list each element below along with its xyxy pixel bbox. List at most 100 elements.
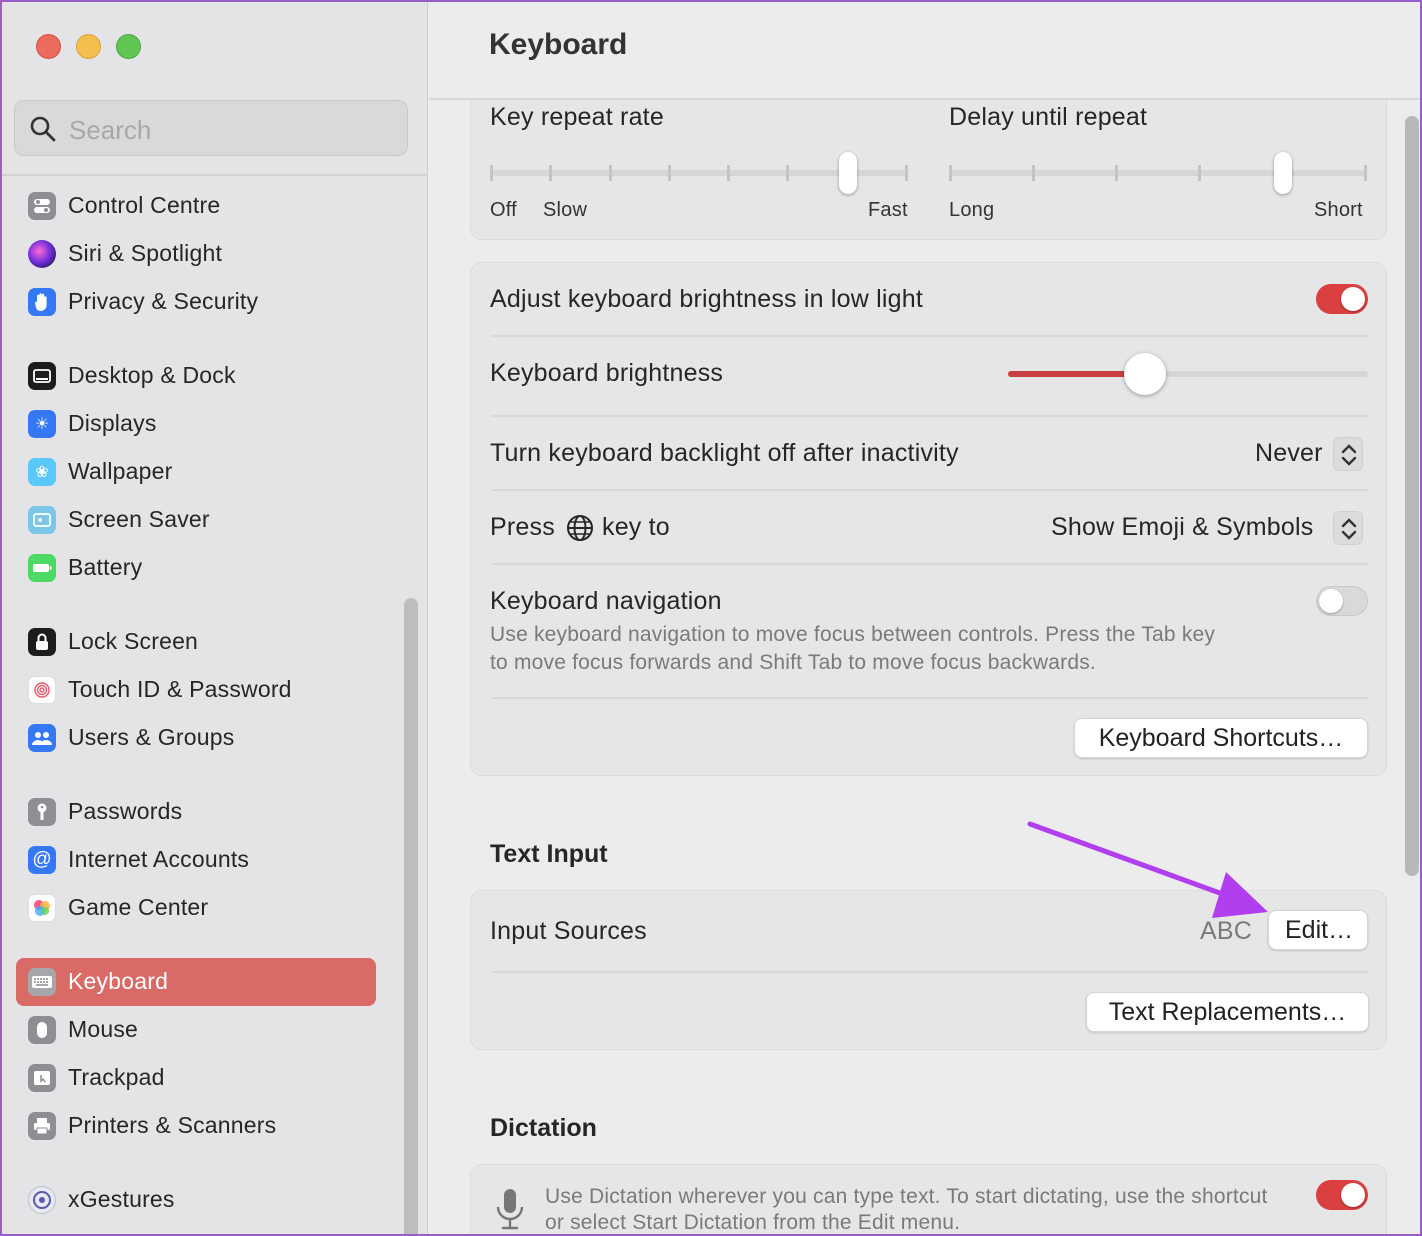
dictation-description-2: or select Start Dictation from the Edit … [545, 1211, 961, 1234]
delay-repeat-label: Delay until repeat [949, 103, 1148, 131]
sidebar: Search Control Centre Siri & Spotlight P… [2, 2, 428, 1234]
press-key-value[interactable]: Show Emoji & Symbols [1051, 513, 1313, 542]
slider-tick [1032, 165, 1035, 181]
dock-icon [28, 362, 56, 390]
game-center-icon [28, 894, 56, 922]
sidebar-item-label: Passwords [68, 798, 183, 824]
input-sources-label: Input Sources [490, 917, 647, 945]
backlight-stepper[interactable] [1333, 437, 1363, 471]
zoom-window-button[interactable] [116, 34, 141, 59]
key-repeat-slider[interactable] [490, 149, 910, 199]
sidebar-item-printers-scanners[interactable]: Printers & Scanners [16, 1102, 376, 1150]
flower-icon: ❀ [28, 458, 56, 486]
siri-icon [28, 240, 56, 268]
sidebar-item-keyboard[interactable]: Keyboard [16, 958, 376, 1006]
keyboard-shortcuts-button[interactable]: Keyboard Shortcuts… [1074, 718, 1368, 758]
delay-repeat-slider[interactable] [949, 149, 1369, 199]
input-sources-value: ABC [1200, 917, 1253, 945]
sidebar-item-displays[interactable]: ☀ Displays [16, 400, 376, 448]
search-icon [30, 116, 56, 142]
sidebar-item-lock-screen[interactable]: Lock Screen [16, 618, 376, 666]
main-scrollbar[interactable] [1405, 116, 1419, 876]
slider-tick [1198, 165, 1201, 181]
sidebar-item-label: Desktop & Dock [68, 362, 236, 388]
sidebar-item-label: Battery [68, 554, 143, 580]
sidebar-item-label: Wallpaper [68, 458, 173, 484]
sidebar-item-label: Screen Saver [68, 506, 210, 532]
sidebar-item-label: Displays [68, 410, 157, 436]
keyboard-navigation-description-1: Use keyboard navigation to move focus be… [490, 623, 1216, 646]
sidebar-scrollbar[interactable] [404, 598, 418, 1234]
sidebar-item-control-centre[interactable]: Control Centre [16, 182, 376, 230]
slider-tick [490, 165, 493, 181]
sidebar-item-desktop-dock[interactable]: Desktop & Dock [16, 352, 376, 400]
globe-icon [567, 515, 593, 541]
slider-tick [549, 165, 553, 181]
at-sign-icon: @ [28, 846, 56, 874]
text-replacements-button[interactable]: Text Replacements… [1086, 992, 1369, 1032]
divider [491, 489, 1369, 491]
sidebar-divider [2, 174, 428, 176]
sidebar-item-battery[interactable]: Battery [16, 544, 376, 592]
adjust-brightness-label: Adjust keyboard brightness in low light [490, 285, 924, 313]
key-repeat-fast-label: Fast [868, 199, 908, 221]
sidebar-item-label: Users & Groups [68, 724, 235, 750]
slider-thumb[interactable] [1274, 152, 1292, 194]
sidebar-item-wallpaper[interactable]: ❀ Wallpaper [16, 448, 376, 496]
main-content: Keyboard Key repeat rate Delay until rep… [429, 2, 1420, 1234]
screen-saver-icon [28, 506, 56, 534]
slider-thumb[interactable] [1123, 353, 1166, 395]
sun-icon: ☀ [28, 410, 56, 438]
sidebar-item-trackpad[interactable]: Trackpad [16, 1054, 376, 1102]
backlight-off-value[interactable]: Never [1255, 439, 1323, 468]
slider-tick [905, 165, 908, 181]
key-icon [28, 798, 56, 826]
keyboard-brightness-label: Keyboard brightness [490, 359, 724, 387]
sidebar-item-label: Siri & Spotlight [68, 240, 223, 266]
divider [491, 415, 1369, 417]
adjust-brightness-toggle[interactable] [1316, 284, 1368, 314]
dictation-toggle[interactable] [1316, 1180, 1368, 1210]
fingerprint-icon [28, 676, 56, 704]
keyboard-navigation-toggle[interactable] [1316, 586, 1368, 616]
sidebar-item-touch-id[interactable]: Touch ID & Password [16, 666, 376, 714]
sidebar-item-privacy-security[interactable]: Privacy & Security [16, 278, 376, 326]
sidebar-item-mouse[interactable]: Mouse [16, 1006, 376, 1054]
slider-thumb[interactable] [838, 152, 857, 194]
slider-tick [949, 165, 952, 181]
slider-tick [1364, 165, 1367, 181]
search-input[interactable]: Search [14, 100, 408, 156]
divider [491, 697, 1369, 699]
delay-long-label: Long [949, 199, 995, 221]
hand-icon [28, 288, 56, 316]
sidebar-item-label: Trackpad [68, 1064, 165, 1090]
slider-tick [608, 165, 612, 181]
slider-track [949, 170, 1367, 176]
sidebar-item-xgestures[interactable]: xGestures [16, 1176, 376, 1224]
edit-input-sources-button[interactable]: Edit… [1268, 910, 1368, 950]
divider [491, 563, 1369, 565]
press-key-stepper[interactable] [1333, 511, 1363, 545]
slider-tick [1115, 165, 1118, 181]
keyboard-icon [28, 968, 56, 996]
sidebar-item-users-groups[interactable]: Users & Groups [16, 714, 376, 762]
keyboard-brightness-slider[interactable] [1008, 351, 1368, 397]
sidebar-item-siri-spotlight[interactable]: Siri & Spotlight [16, 230, 376, 278]
sidebar-item-screen-saver[interactable]: Screen Saver [16, 496, 376, 544]
key-repeat-slow-label: Slow [543, 199, 588, 221]
battery-icon [28, 554, 56, 582]
sidebar-item-passwords[interactable]: Passwords [16, 788, 376, 836]
dictation-section-title: Dictation [490, 1114, 597, 1142]
page-title: Keyboard [489, 28, 628, 61]
press-key-label-post: key to [602, 513, 670, 541]
keyboard-options-card: Adjust keyboard brightness in low light … [470, 262, 1387, 776]
sidebar-item-game-center[interactable]: Game Center [16, 884, 376, 932]
close-window-button[interactable] [36, 34, 61, 59]
sidebar-item-internet-accounts[interactable]: @ Internet Accounts [16, 836, 376, 884]
minimize-window-button[interactable] [76, 34, 101, 59]
slider-tick [667, 165, 671, 181]
sidebar-item-label: Privacy & Security [68, 288, 259, 314]
slider-tick [786, 165, 790, 181]
trackpad-icon [28, 1064, 56, 1092]
backlight-off-label: Turn keyboard backlight off after inacti… [490, 439, 959, 467]
